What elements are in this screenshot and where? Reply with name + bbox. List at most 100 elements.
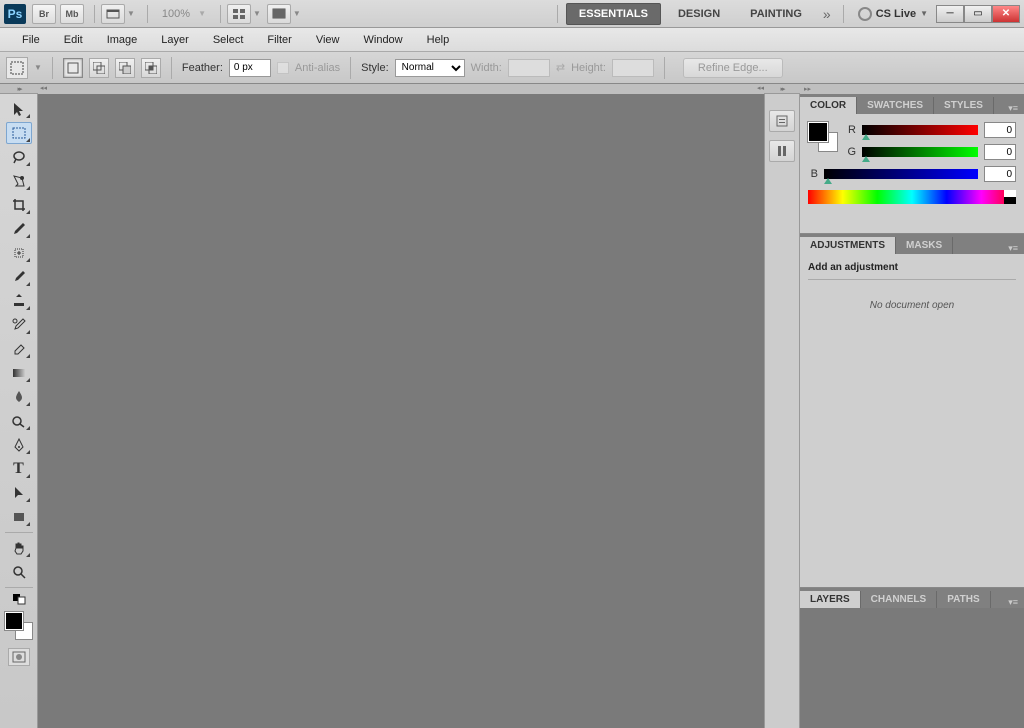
menu-filter[interactable]: Filter — [255, 30, 303, 50]
toolbox: T — [0, 94, 38, 728]
b-slider[interactable] — [824, 169, 978, 179]
options-bar: ▼ Feather: Anti-alias Style: Normal Widt… — [0, 52, 1024, 84]
b-label: B — [808, 168, 818, 180]
color-swatches[interactable] — [5, 612, 33, 640]
canvas-drag-bar[interactable]: ◂◂ — [38, 84, 764, 94]
clone-stamp-tool[interactable] — [6, 290, 32, 312]
dropdown-arrow-icon[interactable]: ▼ — [127, 9, 135, 18]
rectangle-tool[interactable] — [6, 506, 32, 528]
color-panel-swatches[interactable] — [808, 122, 838, 152]
antialias-label: Anti-alias — [295, 62, 340, 74]
dropdown-arrow-icon[interactable]: ▼ — [293, 9, 301, 18]
view-extras-button[interactable] — [101, 4, 125, 24]
menu-edit[interactable]: Edit — [52, 30, 95, 50]
panel-menu-icon[interactable]: ▾≡ — [1002, 103, 1024, 114]
window-close-button[interactable]: ✕ — [992, 5, 1020, 23]
fg-swatch[interactable] — [808, 122, 828, 142]
height-input — [612, 59, 654, 77]
dock-drag-bar[interactable] — [764, 84, 800, 94]
selection-intersect-button[interactable] — [141, 58, 161, 78]
separator — [220, 5, 221, 23]
g-value-input[interactable] — [984, 144, 1016, 160]
cs-live-button[interactable]: CS Live ▼ — [858, 7, 928, 21]
foreground-color-swatch[interactable] — [5, 612, 23, 630]
window-minimize-button[interactable]: ─ — [936, 5, 964, 23]
pen-tool[interactable] — [6, 434, 32, 456]
blur-tool[interactable] — [6, 386, 32, 408]
move-tool[interactable] — [6, 98, 32, 120]
crop-tool[interactable] — [6, 194, 32, 216]
panel-menu-icon[interactable]: ▾≡ — [1002, 597, 1024, 608]
properties-panel-icon[interactable] — [769, 140, 795, 162]
workspace-essentials[interactable]: ESSENTIALS — [566, 3, 661, 25]
g-slider[interactable] — [862, 147, 978, 157]
eraser-tool[interactable] — [6, 338, 32, 360]
lasso-tool[interactable] — [6, 146, 32, 168]
refine-edge-button: Refine Edge... — [683, 58, 783, 78]
tab-swatches[interactable]: SWATCHES — [857, 97, 934, 114]
screen-mode-button[interactable] — [267, 4, 291, 24]
selection-add-button[interactable] — [89, 58, 109, 78]
tab-layers[interactable]: LAYERS — [800, 591, 861, 608]
color-panel: R G B — [800, 114, 1024, 234]
marquee-icon — [10, 61, 24, 75]
r-slider[interactable] — [862, 125, 978, 135]
path-selection-tool[interactable] — [6, 482, 32, 504]
tab-styles[interactable]: STYLES — [934, 97, 994, 114]
dropdown-arrow-icon[interactable]: ▼ — [34, 63, 42, 72]
current-tool-preset[interactable] — [6, 57, 28, 79]
selection-subtract-button[interactable] — [115, 58, 135, 78]
width-label: Width: — [471, 62, 502, 74]
b-value-input[interactable] — [984, 166, 1016, 182]
arrange-documents-button[interactable] — [227, 4, 251, 24]
dropdown-arrow-icon[interactable]: ▼ — [198, 9, 206, 18]
menu-window[interactable]: Window — [352, 30, 415, 50]
menu-image[interactable]: Image — [95, 30, 150, 50]
menu-layer[interactable]: Layer — [149, 30, 201, 50]
brush-tool[interactable] — [6, 266, 32, 288]
no-document-message: No document open — [808, 300, 1016, 311]
default-colors-button[interactable] — [6, 592, 32, 606]
menu-view[interactable]: View — [304, 30, 352, 50]
eyedropper-tool[interactable] — [6, 218, 32, 240]
window-maximize-button[interactable]: ▭ — [964, 5, 992, 23]
panels-drag-bar[interactable] — [800, 84, 1024, 94]
tab-color[interactable]: COLOR — [800, 97, 857, 114]
toolbox-drag-bar[interactable] — [0, 84, 38, 94]
menu-select[interactable]: Select — [201, 30, 256, 50]
tab-masks[interactable]: MASKS — [896, 237, 953, 254]
hand-tool[interactable] — [6, 537, 32, 559]
dropdown-arrow-icon[interactable]: ▼ — [253, 9, 261, 18]
dodge-tool[interactable] — [6, 410, 32, 432]
tab-adjustments[interactable]: ADJUSTMENTS — [800, 237, 896, 254]
tool-divider — [5, 587, 33, 588]
more-workspaces-icon[interactable]: » — [817, 6, 837, 22]
panel-menu-icon[interactable]: ▾≡ — [1002, 243, 1024, 254]
menu-file[interactable]: File — [10, 30, 52, 50]
tab-paths[interactable]: PATHS — [937, 591, 990, 608]
type-tool[interactable]: T — [6, 458, 32, 480]
rectangular-marquee-tool[interactable] — [6, 122, 32, 144]
feather-input[interactable] — [229, 59, 271, 77]
workspace-painting[interactable]: PAINTING — [737, 3, 815, 25]
zoom-level[interactable]: 100% — [162, 8, 190, 20]
spot-healing-tool[interactable] — [6, 242, 32, 264]
quick-mask-button[interactable] — [8, 648, 30, 666]
history-brush-tool[interactable] — [6, 314, 32, 336]
minibridge-launch-button[interactable]: Mb — [60, 4, 84, 24]
tab-channels[interactable]: CHANNELS — [861, 591, 938, 608]
bridge-launch-button[interactable]: Br — [32, 4, 56, 24]
zoom-tool[interactable] — [6, 561, 32, 583]
r-value-input[interactable] — [984, 122, 1016, 138]
style-select[interactable]: Normal — [395, 59, 465, 77]
color-ramp[interactable] — [808, 190, 1016, 204]
gradient-tool[interactable] — [6, 362, 32, 384]
selection-new-button[interactable] — [63, 58, 83, 78]
quick-selection-tool[interactable] — [6, 170, 32, 192]
window-controls: ─ ▭ ✕ — [936, 5, 1020, 23]
history-panel-icon[interactable] — [769, 110, 795, 132]
workspace-design[interactable]: DESIGN — [665, 3, 733, 25]
cs-live-icon — [858, 7, 872, 21]
layers-panel-tabs: LAYERS CHANNELS PATHS ▾≡ — [800, 588, 1024, 608]
menu-help[interactable]: Help — [415, 30, 462, 50]
